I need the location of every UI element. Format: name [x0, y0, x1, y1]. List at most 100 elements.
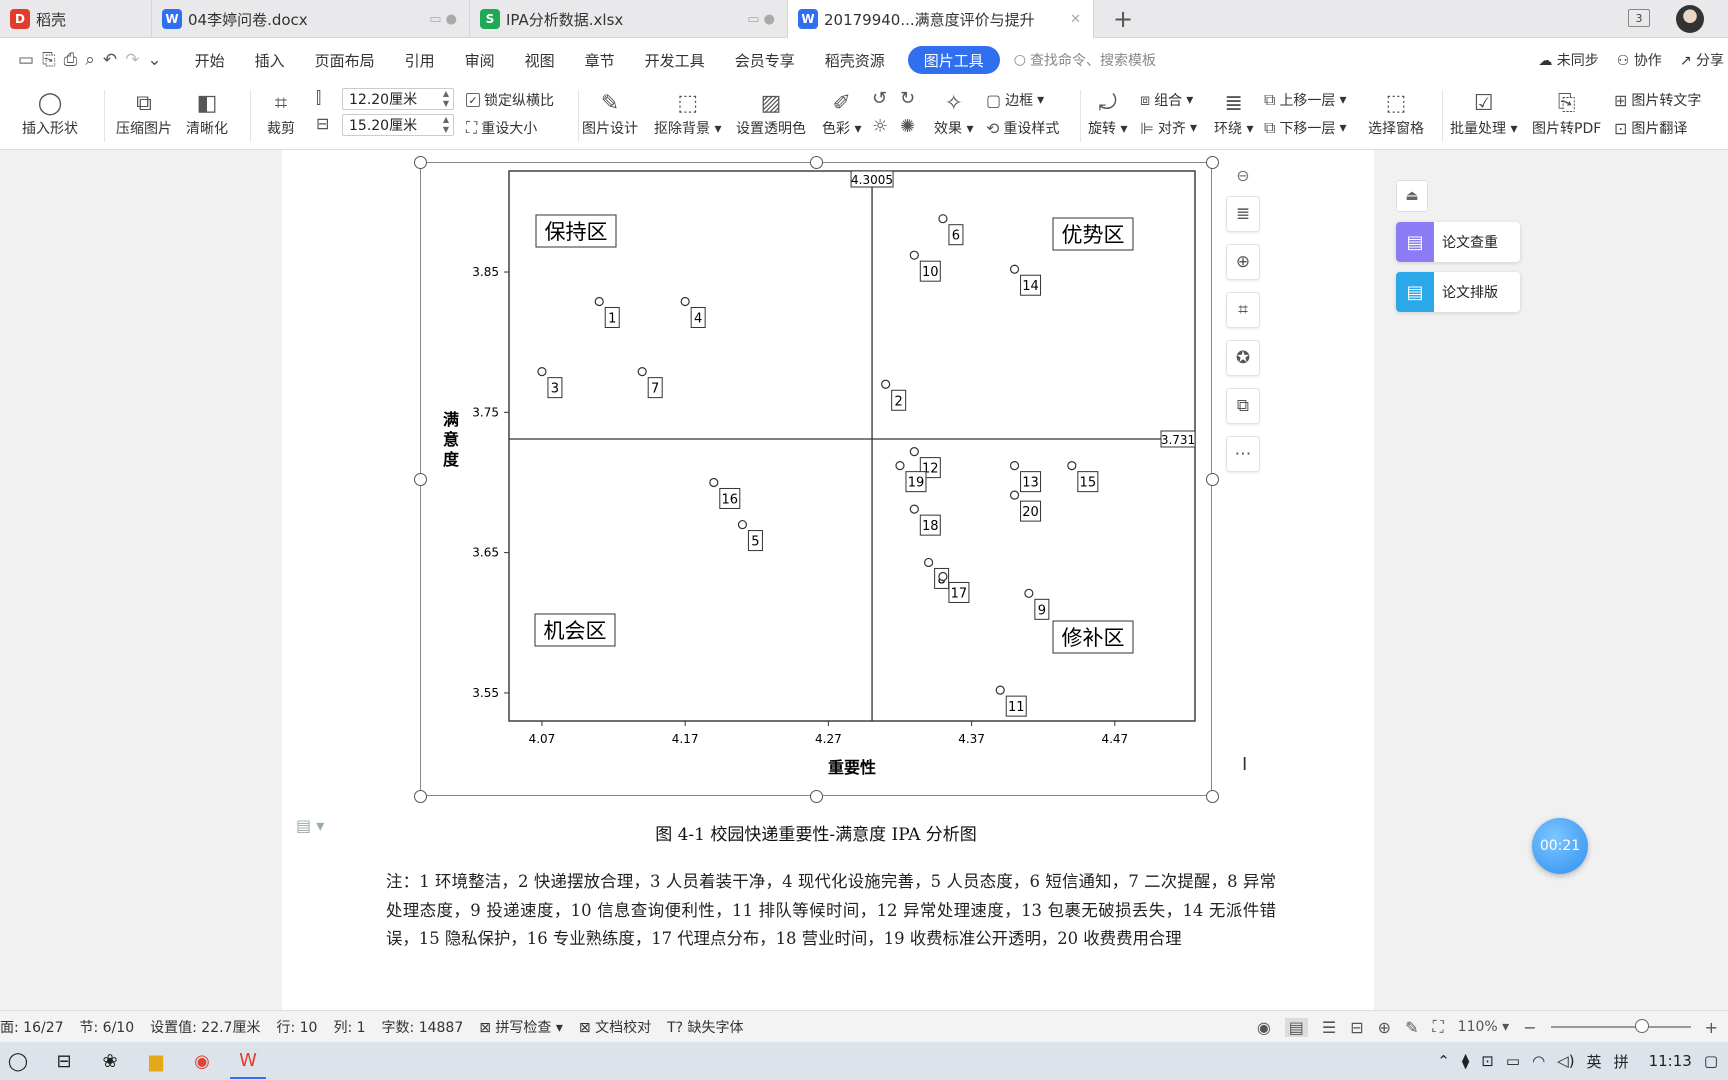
resize-handle[interactable]: [414, 473, 427, 486]
to-text-button[interactable]: ⊞ 图片转文字: [1614, 90, 1701, 110]
selection-pane-button[interactable]: ⬚ 选择窗格: [1368, 88, 1424, 138]
zoom-in-icon[interactable]: ⊕: [1226, 244, 1260, 280]
window-count-icon[interactable]: 3: [1628, 9, 1650, 27]
resize-handle[interactable]: [810, 790, 823, 803]
app-icon[interactable]: ❀: [92, 1043, 128, 1079]
bring-forward-button[interactable]: ⧉ 上移一层 ▾: [1264, 90, 1346, 110]
rotate-button[interactable]: ⤾ 旋转 ▾: [1088, 88, 1127, 138]
height-input[interactable]: 12.20厘米 ▲ ▼: [342, 88, 454, 110]
status-words[interactable]: 字数: 14887: [382, 1017, 464, 1037]
tab-menu-0[interactable]: 开始: [180, 46, 240, 74]
group-button[interactable]: ⧈ 组合 ▾: [1140, 90, 1193, 110]
chrome-icon[interactable]: ◉: [184, 1043, 220, 1079]
eye-icon[interactable]: ◉: [1257, 1018, 1271, 1037]
batch-button[interactable]: ☑ 批量处理 ▾: [1450, 88, 1517, 138]
tab-0[interactable]: D 稻壳: [0, 0, 152, 38]
mic-icon[interactable]: ⧫: [1462, 1052, 1469, 1070]
undo-icon[interactable]: ↶: [103, 50, 117, 70]
outline-view-icon[interactable]: ☰: [1322, 1018, 1336, 1037]
battery-icon[interactable]: ▭: [1506, 1052, 1520, 1070]
align-button[interactable]: ⊫ 对齐 ▾: [1140, 118, 1197, 138]
compress-button[interactable]: ⧉ 压缩图片: [116, 88, 172, 138]
resize-handle[interactable]: [1206, 156, 1219, 169]
search-box[interactable]: ○ 查找命令、搜索模板: [1014, 50, 1156, 70]
zoom-slider[interactable]: [1550, 1019, 1691, 1033]
set-transparent-button[interactable]: ▨ 设置透明色: [736, 88, 806, 138]
task-view-icon[interactable]: ⊟: [46, 1043, 82, 1079]
status-page[interactable]: 页面: 16/27: [0, 1017, 64, 1037]
preview-icon[interactable]: ⌕: [85, 50, 95, 70]
volume-icon[interactable]: ◁): [1557, 1052, 1574, 1070]
tab-2[interactable]: S IPA分析数据.xlsx ▭ ●: [470, 0, 788, 38]
ipa-chart-image[interactable]: 4.07 4.17 4.27 4.37 4.47 3.55 3.65 3.75 3.85 4.30…: [414, 156, 1219, 803]
image-to-doc-icon[interactable]: ⧉: [1226, 388, 1260, 424]
insert-shape-button[interactable]: ◯ 插入形状: [22, 88, 78, 138]
to-pdf-button[interactable]: ⎘ 图片转PDF: [1532, 88, 1601, 138]
tab-menu-3[interactable]: 引用: [390, 46, 450, 74]
wrap-button[interactable]: ≣ 环绕 ▾: [1214, 88, 1253, 138]
status-setting[interactable]: 设置值: 22.7厘米: [150, 1017, 260, 1037]
ime-lang[interactable]: 英: [1587, 1051, 1602, 1072]
send-backward-button[interactable]: ⧉ 下移一层 ▾: [1264, 118, 1346, 138]
export-icon[interactable]: ⎘: [42, 50, 56, 70]
resize-handle[interactable]: [1206, 473, 1219, 486]
rotate-left-icon[interactable]: ↺: [872, 88, 887, 109]
chevron-up-icon[interactable]: ⌃: [1437, 1052, 1450, 1070]
doc-layout-icon[interactable]: ▤ ▾: [296, 816, 324, 835]
close-icon[interactable]: ✕: [1070, 12, 1081, 27]
missing-font-button[interactable]: T? 缺失字体: [667, 1017, 743, 1037]
read-view-icon[interactable]: ⊟: [1350, 1018, 1363, 1037]
paper-check-button[interactable]: ▤ 论文查重: [1396, 222, 1520, 262]
more-icon[interactable]: ⋯: [1226, 436, 1260, 472]
avatar[interactable]: [1676, 5, 1704, 33]
layout-options-icon[interactable]: ≣: [1226, 196, 1260, 232]
zoom-in-icon[interactable]: +: [1705, 1018, 1718, 1037]
border-button[interactable]: ▢ 边框 ▾: [986, 90, 1044, 110]
resize-handle[interactable]: [810, 156, 823, 169]
timer-badge[interactable]: 00:21: [1532, 818, 1588, 874]
tab-menu-8[interactable]: 会员专享: [720, 46, 810, 74]
tab-menu-7[interactable]: 开发工具: [630, 46, 720, 74]
sync-status[interactable]: ☁ 未同步: [1538, 50, 1598, 70]
share-button[interactable]: ↗ 分享: [1680, 50, 1724, 70]
zoom-level[interactable]: 110% ▾: [1458, 1019, 1510, 1035]
print-icon[interactable]: ⎙: [64, 50, 78, 70]
clarify-button[interactable]: ◧ 清晰化: [186, 88, 228, 138]
zoom-out-icon[interactable]: −: [1523, 1018, 1536, 1037]
reset-style-button[interactable]: ⟲ 重设样式: [986, 118, 1059, 138]
ime-mode[interactable]: 拼: [1614, 1051, 1629, 1072]
tab-menu-5[interactable]: 视图: [510, 46, 570, 74]
crop-icon[interactable]: ⌗: [1226, 292, 1260, 328]
web-view-icon[interactable]: ⊕: [1378, 1018, 1391, 1037]
picture-design-button[interactable]: ✎ 图片设计: [582, 88, 638, 138]
effect-button[interactable]: ✧ 效果 ▾: [934, 88, 973, 138]
collapse-up-icon[interactable]: ⏏: [1396, 180, 1428, 212]
tab-menu-2[interactable]: 页面布局: [300, 46, 390, 74]
color-button[interactable]: ✐ 色彩 ▾: [822, 88, 861, 138]
resize-handle[interactable]: [1206, 790, 1219, 803]
page-view-icon[interactable]: ▤: [1284, 1017, 1308, 1037]
crop-button[interactable]: ⌗ 裁剪: [264, 88, 298, 138]
remove-background-button[interactable]: ⬚ 抠除背景 ▾: [654, 88, 721, 138]
pin-icon[interactable]: ▭ ●: [429, 12, 457, 27]
tab-menu-4[interactable]: 审阅: [450, 46, 510, 74]
wifi-icon[interactable]: ◠: [1532, 1052, 1545, 1070]
width-input[interactable]: 15.20厘米 ▲ ▼: [342, 114, 454, 136]
explorer-icon[interactable]: ▆: [138, 1043, 174, 1079]
smart-icon[interactable]: ✪: [1226, 340, 1260, 376]
status-section[interactable]: 节: 6/10: [80, 1017, 135, 1037]
resize-handle[interactable]: [414, 156, 427, 169]
tab-picture-tools[interactable]: 图片工具: [907, 46, 1000, 74]
reset-size-button[interactable]: ⛶ 重设大小: [466, 118, 537, 138]
collab-button[interactable]: ⚇ 协作: [1617, 50, 1662, 70]
spell-check-button[interactable]: ⊠ 拼写检查 ▾: [479, 1017, 563, 1037]
zoom-knob[interactable]: [1634, 1019, 1649, 1033]
start-icon[interactable]: ◯: [0, 1043, 36, 1079]
contrast-icon[interactable]: ✺: [900, 116, 915, 137]
fit-icon[interactable]: ⛶: [1432, 1017, 1443, 1037]
notification-icon[interactable]: ▢: [1704, 1052, 1718, 1070]
status-row[interactable]: 行: 10: [276, 1017, 317, 1037]
collapse-icon[interactable]: ⊖: [1226, 162, 1260, 188]
status-col[interactable]: 列: 1: [333, 1017, 365, 1037]
tray-app-icon[interactable]: ⊡: [1481, 1052, 1494, 1070]
